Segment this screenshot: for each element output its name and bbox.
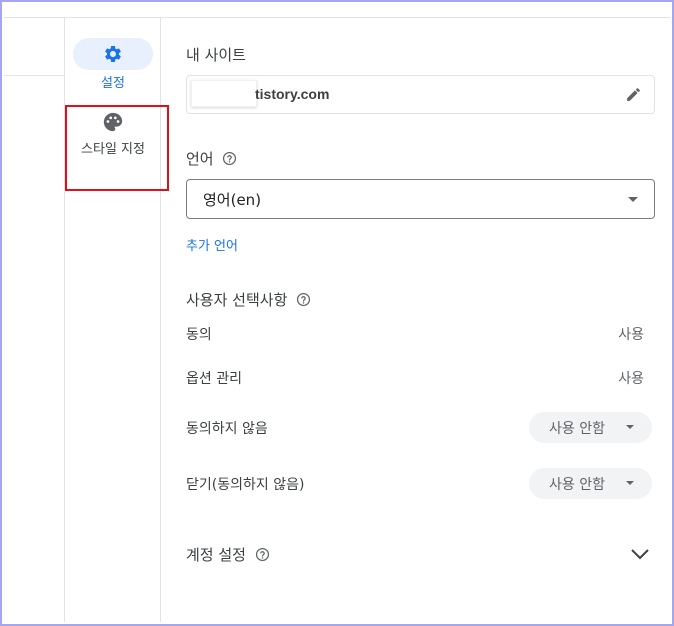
row-consent-label: 동의 [186, 327, 212, 343]
expand-account-settings-button[interactable] [630, 546, 650, 565]
language-title: 언어 [186, 148, 237, 169]
palette-icon [103, 112, 123, 132]
do-not-consent-select[interactable]: 사용 안함 [529, 412, 652, 443]
window-frame: 설정 스타일 지정 내 사이트 tistory.com 언어 영어(en) 추가… [0, 0, 674, 626]
site-url-field[interactable]: tistory.com [186, 75, 655, 114]
pencil-icon [627, 88, 640, 101]
chevron-down-icon [631, 549, 649, 560]
row-manage-options-value: 사용 [618, 371, 644, 387]
help-icon[interactable] [222, 151, 237, 166]
nav-settings-label: 설정 [101, 76, 125, 91]
settings-pill [73, 38, 153, 70]
add-language-link[interactable]: 추가 언어 [186, 235, 238, 254]
account-settings-title-text: 계정 설정 [186, 546, 246, 564]
nav-style-label: 스타일 지정 [81, 142, 145, 157]
left-divider [4, 75, 64, 76]
style-icon-wrap [65, 111, 161, 135]
help-icon[interactable] [255, 547, 270, 562]
user-choices-title: 사용자 선택사항 [186, 289, 311, 310]
language-title-text: 언어 [186, 150, 214, 168]
language-select[interactable]: 영어(en) [186, 179, 655, 219]
do-not-consent-value: 사용 안함 [549, 421, 605, 437]
row-close-label: 닫기(동의하지 않음) [186, 477, 305, 493]
redacted-site-name [191, 80, 257, 107]
language-selected-value: 영어(en) [203, 191, 262, 209]
row-do-not-consent-label: 동의하지 않음 [186, 421, 268, 437]
row-manage-options-label: 옵션 관리 [186, 371, 242, 387]
nav-item-settings[interactable]: 설정 [65, 38, 161, 91]
my-site-title: 내 사이트 [186, 46, 246, 64]
account-settings-title[interactable]: 계정 설정 [186, 544, 270, 565]
nav-item-style[interactable]: 스타일 지정 [65, 111, 161, 157]
dropdown-arrow-icon [626, 425, 634, 429]
gear-icon [105, 45, 121, 62]
close-select[interactable]: 사용 안함 [529, 468, 652, 499]
site-url-text: tistory.com [255, 86, 330, 102]
dropdown-arrow-icon [626, 481, 634, 485]
nav-rail: 설정 스타일 지정 [64, 18, 169, 622]
user-choices-title-text: 사용자 선택사항 [186, 291, 288, 309]
row-consent-value: 사용 [618, 327, 644, 343]
close-value: 사용 안함 [549, 477, 605, 493]
dropdown-arrow-icon [628, 197, 638, 202]
edit-site-button[interactable] [625, 86, 642, 107]
help-icon[interactable] [296, 292, 311, 307]
